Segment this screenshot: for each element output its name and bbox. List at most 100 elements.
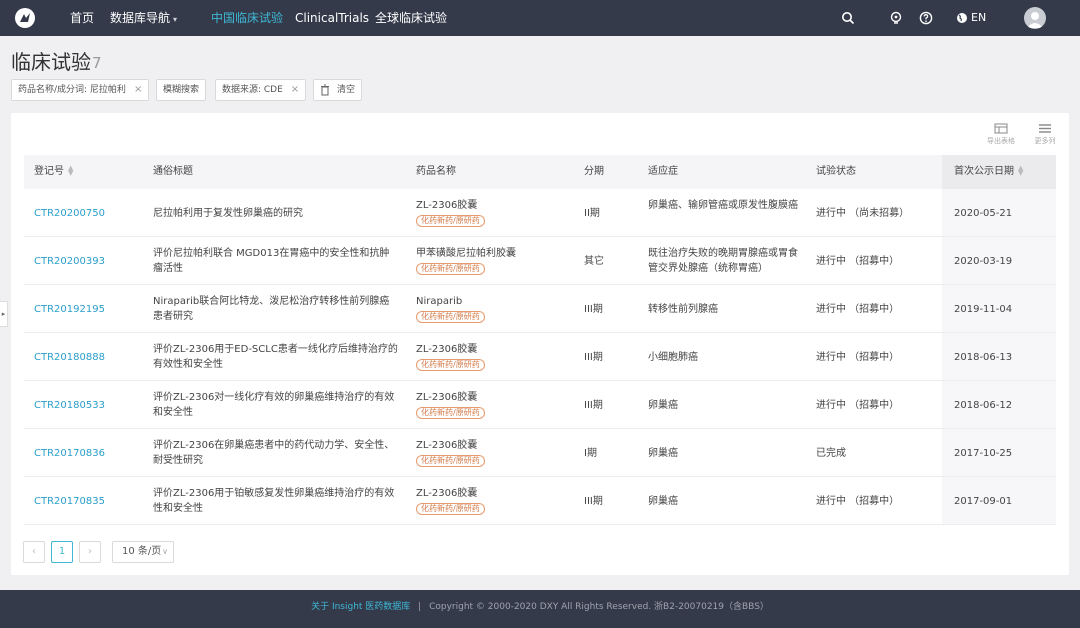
- column-header-id-label: 登记号: [34, 166, 64, 177]
- drug-name: Niraparib: [416, 296, 463, 307]
- trial-status: 进行中 （招募中）: [816, 352, 900, 363]
- trial-phase: III期: [584, 352, 603, 363]
- trial-id-link[interactable]: CTR20192195: [34, 302, 105, 317]
- trial-phase: 其它: [584, 256, 604, 267]
- table-row: CTR20200393 评价尼拉帕利联合 MGD013在胃癌中的安全性和抗肿瘤活…: [24, 237, 1056, 285]
- column-header-title: 通俗标题: [153, 166, 193, 177]
- trial-id-link[interactable]: CTR20180533: [34, 398, 105, 413]
- trial-status: 进行中 （招募中）: [816, 256, 900, 267]
- trial-phase: III期: [584, 400, 603, 411]
- trial-phase: III期: [584, 496, 603, 507]
- language-switch[interactable]: EN: [956, 11, 986, 24]
- trial-indication: 卵巢癌: [648, 496, 678, 507]
- fuzzy-search-button[interactable]: 模糊搜索: [156, 79, 207, 101]
- trial-status: 已完成: [816, 448, 846, 459]
- trial-title: 评价ZL-2306对一线化疗有效的卵巢癌维持治疗的有效和安全性: [153, 392, 395, 418]
- page-size-select[interactable]: 10 条/页 ∨: [112, 541, 174, 563]
- close-icon[interactable]: ×: [291, 80, 299, 100]
- drug-name: ZL-2306胶囊: [416, 488, 478, 499]
- nav-home[interactable]: 首页: [70, 11, 94, 25]
- table-row: CTR20170835 评价ZL-2306用于铂敏感复发性卵巢癌维持治疗的有效性…: [24, 477, 1056, 525]
- drug-type-tag: 化药新药/原研药: [416, 359, 485, 371]
- drug-cell: Niraparib 化药新药/原研药: [416, 294, 485, 324]
- drug-type-tag: 化药新药/原研药: [416, 215, 485, 227]
- footer: 关于 Insight 医药数据库 | Copyright © 2000-2020…: [0, 590, 1080, 628]
- search-icon[interactable]: [841, 11, 855, 25]
- page-title: 临床试验: [11, 50, 91, 74]
- export-icon: [994, 123, 1008, 134]
- sidebar-toggle[interactable]: ▸: [0, 301, 8, 327]
- drug-type-tag: 化药新药/原研药: [416, 311, 485, 323]
- language-label: EN: [971, 11, 987, 24]
- trial-indication: 卵巢癌: [648, 448, 678, 459]
- trial-status: 进行中 （招募中）: [816, 400, 900, 411]
- column-header-id[interactable]: 登记号 ▲ ▼: [34, 165, 73, 178]
- drug-cell: ZL-2306胶囊 化药新药/原研药: [416, 342, 485, 372]
- export-table-button[interactable]: 导出表格: [981, 123, 1021, 146]
- clear-button[interactable]: 清空: [313, 79, 363, 101]
- nav-china-trials[interactable]: 中国临床试验: [211, 11, 283, 25]
- table-header: 登记号 ▲ ▼ 通俗标题 药品名称 分期 适应症 试验状态 首次公示日期 ▲ ▼: [24, 155, 1056, 189]
- chevron-down-icon: ∨: [162, 547, 168, 556]
- trial-status: 进行中 （招募中）: [816, 304, 900, 315]
- help-icon[interactable]: [919, 11, 933, 25]
- drug-name: ZL-2306胶囊: [416, 344, 478, 355]
- drug-name: ZL-2306胶囊: [416, 392, 478, 403]
- next-page-button[interactable]: ›: [79, 541, 101, 563]
- table-row: CTR20180888 评价ZL-2306用于ED-SCLC患者一线化疗后维持治…: [24, 333, 1056, 381]
- drug-name: ZL-2306胶囊: [416, 200, 478, 211]
- page-size-value: 10 条/页: [122, 546, 162, 557]
- column-header-drug: 药品名称: [416, 166, 456, 177]
- trial-title: 评价尼拉帕利联合 MGD013在胃癌中的安全性和抗肿瘤活性: [153, 248, 390, 274]
- fuzzy-search-label: 模糊搜索: [163, 85, 200, 95]
- trial-indication: 卵巢癌、输卵管癌或原发性腹膜癌: [648, 200, 798, 211]
- trial-phase: I期: [584, 448, 597, 459]
- trial-id-link[interactable]: CTR20170836: [34, 446, 105, 461]
- drug-type-tag: 化药新药/原研药: [416, 407, 485, 419]
- footer-separator: |: [418, 602, 422, 612]
- nav-global-trials[interactable]: 全球临床试验: [375, 11, 447, 25]
- trial-indication: 转移性前列腺癌: [648, 304, 718, 315]
- export-label: 导出表格: [987, 137, 1015, 145]
- column-header-indication: 适应症: [648, 166, 678, 177]
- trial-status: 进行中 （尚未招募）: [816, 208, 910, 219]
- trial-title: Niraparib联合阿比特龙、泼尼松治疗转移性前列腺癌患者研究: [153, 296, 390, 322]
- trial-title: 评价ZL-2306用于ED-SCLC患者一线化疗后维持治疗的有效性和安全性: [153, 344, 398, 370]
- column-header-date[interactable]: 首次公示日期 ▲ ▼: [954, 164, 1024, 178]
- about-link[interactable]: 关于 Insight 医药数据库: [311, 602, 410, 612]
- result-count: 7: [92, 54, 102, 72]
- lightbulb-icon[interactable]: [889, 11, 903, 25]
- drug-cell: ZL-2306胶囊 化药新药/原研药: [416, 438, 485, 468]
- prev-page-button[interactable]: ‹: [23, 541, 45, 563]
- user-avatar[interactable]: [1024, 7, 1046, 29]
- copyright-text: Copyright © 2000-2020 DXY All Rights Res…: [429, 602, 769, 612]
- drug-cell: ZL-2306胶囊 化药新药/原研药: [416, 198, 485, 228]
- nav-clinicaltrials[interactable]: ClinicalTrials: [295, 11, 369, 25]
- more-columns-button[interactable]: 更多列: [1025, 123, 1065, 146]
- trial-id-link[interactable]: CTR20200393: [34, 254, 105, 269]
- trial-date: 2018-06-12: [954, 400, 1013, 411]
- trial-date: 2020-03-19: [954, 256, 1013, 267]
- filter-chip-drug: 药品名称/成分词: 尼拉帕利 ×: [11, 79, 150, 101]
- table-row: CTR20192195 Niraparib联合阿比特龙、泼尼松治疗转移性前列腺癌…: [24, 285, 1056, 333]
- drug-cell: ZL-2306胶囊 化药新药/原研药: [416, 390, 485, 420]
- trial-title: 评价ZL-2306在卵巢癌患者中的药代动力学、安全性、耐受性研究: [153, 440, 395, 466]
- sort-icon: ▲ ▼: [1018, 164, 1024, 177]
- page-button-1[interactable]: 1: [51, 541, 73, 563]
- list-icon: [1039, 124, 1051, 133]
- trial-id-link[interactable]: CTR20200750: [34, 206, 105, 221]
- nav-database-guide[interactable]: 数据库导航 ▾: [110, 11, 177, 27]
- drug-cell: ZL-2306胶囊 化药新药/原研药: [416, 486, 485, 516]
- logo[interactable]: [15, 8, 35, 28]
- drug-type-tag: 化药新药/原研药: [416, 263, 485, 275]
- trial-date: 2018-06-13: [954, 352, 1013, 363]
- nav-database-guide-label: 数据库导航: [110, 11, 171, 25]
- trial-id-link[interactable]: CTR20180888: [34, 350, 105, 365]
- trial-id-link[interactable]: CTR20170835: [34, 494, 105, 509]
- filter-chip-drug-label: 药品名称/成分词: 尼拉帕利: [18, 85, 126, 95]
- filter-chip-source-label: 数据来源: CDE: [222, 85, 283, 95]
- chevron-down-icon: ▾: [173, 15, 178, 24]
- close-icon[interactable]: ×: [134, 80, 142, 100]
- trial-date: 2017-10-25: [954, 448, 1013, 459]
- trial-status: 进行中 （招募中）: [816, 496, 900, 507]
